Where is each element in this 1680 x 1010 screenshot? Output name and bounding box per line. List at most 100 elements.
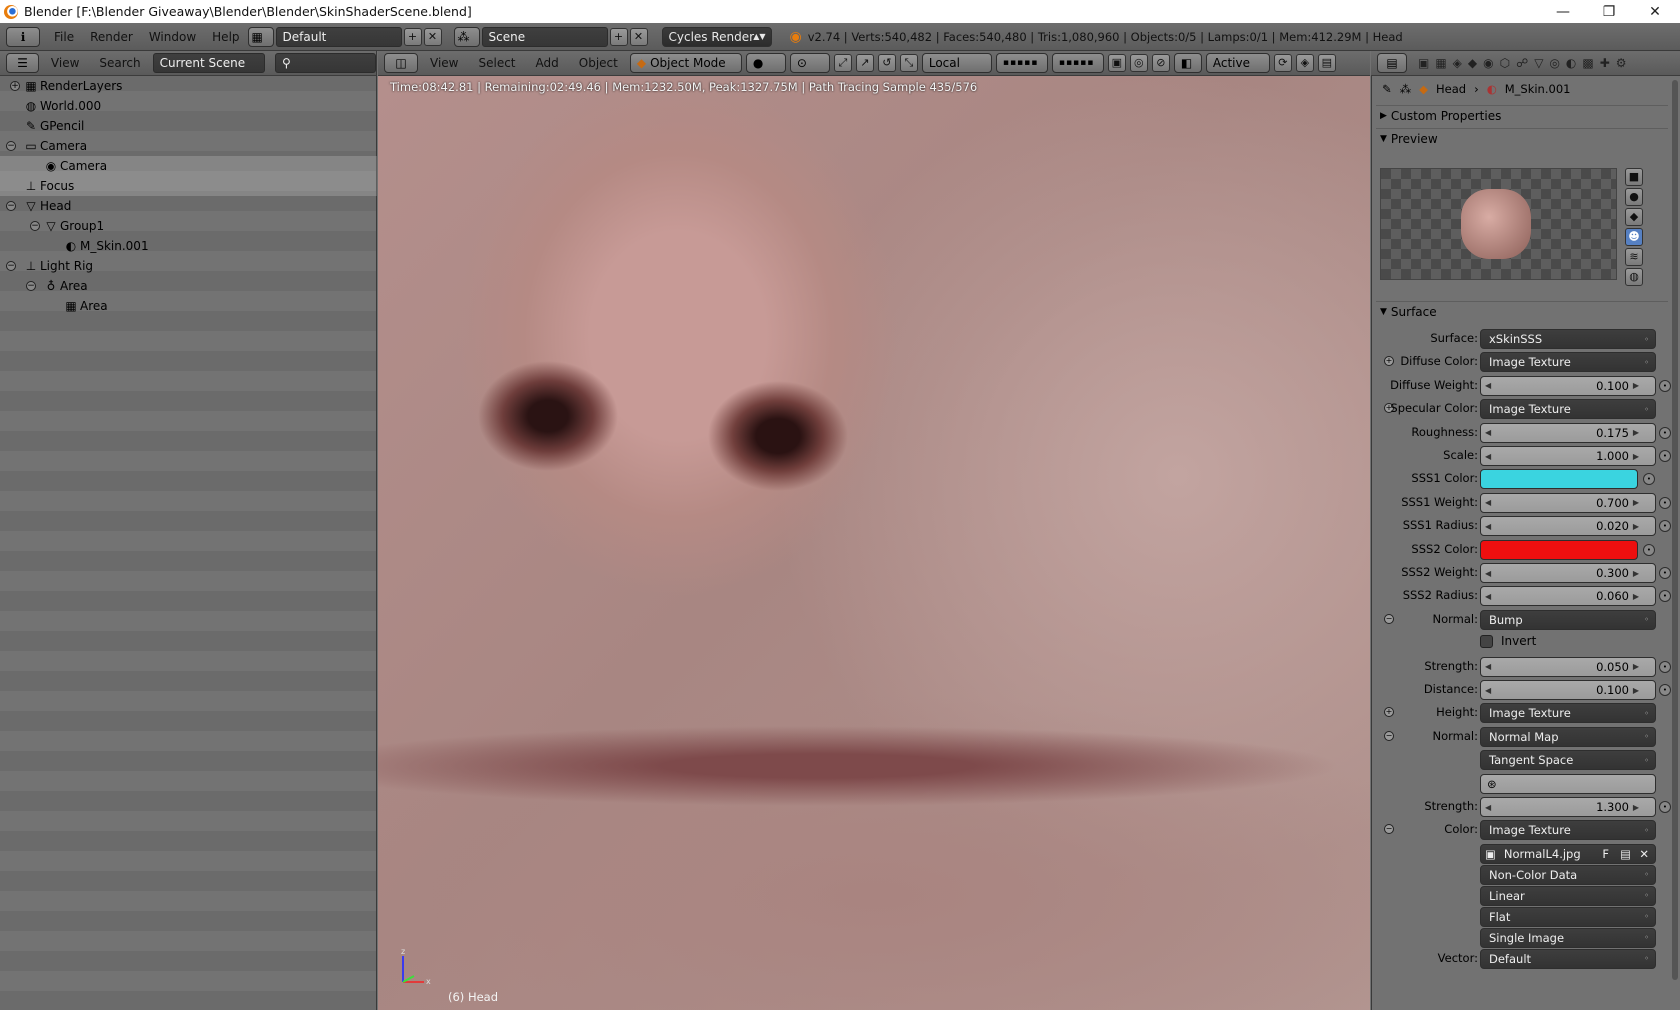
- render-engine-dropdown[interactable]: Cycles Render ▲▼: [661, 26, 772, 47]
- expand-toggle-icon[interactable]: −: [26, 281, 36, 291]
- property-dropdown[interactable]: Single Image ◦: [1480, 927, 1656, 948]
- transform-orientation-dropdown[interactable]: Local: [921, 53, 992, 73]
- link-socket-icon[interactable]: •: [1643, 473, 1655, 486]
- property-number-field[interactable]: ◀ 0.050 ▶ •: [1480, 656, 1671, 677]
- preview-cube-icon[interactable]: ◆: [1625, 208, 1643, 226]
- preview-monkey-icon[interactable]: ☻: [1625, 228, 1643, 246]
- preview-hair-icon[interactable]: ≋: [1625, 248, 1643, 266]
- viewport-shading-dropdown[interactable]: ●: [745, 53, 786, 73]
- link-socket-icon[interactable]: •: [1643, 543, 1655, 556]
- editor-type-info-button[interactable]: ℹ: [6, 26, 40, 47]
- increment-arrow-icon[interactable]: ▶: [1633, 498, 1639, 507]
- remove-layout-icon[interactable]: ✕: [423, 27, 442, 46]
- property-dropdown[interactable]: Non-Color Data ◦: [1480, 864, 1656, 885]
- property-dropdown[interactable]: Image Texture ◦: [1480, 352, 1656, 373]
- outliner-row[interactable]: ◐ M_Skin.001: [0, 236, 377, 256]
- fake-user-icon[interactable]: F: [1602, 847, 1609, 861]
- menu-search[interactable]: Search: [91, 56, 148, 70]
- node-socket-icon[interactable]: +: [1384, 707, 1394, 718]
- menu-file[interactable]: File: [46, 30, 82, 44]
- maximize-button[interactable]: ❐: [1586, 0, 1632, 23]
- decrement-arrow-icon[interactable]: ◀: [1485, 452, 1491, 461]
- editor-type-outliner-button[interactable]: ☰: [6, 53, 39, 73]
- menu-object[interactable]: Object: [571, 56, 626, 70]
- node-socket-icon[interactable]: +: [1384, 356, 1394, 367]
- add-scene-icon[interactable]: +: [609, 27, 628, 46]
- editor-type-properties-button[interactable]: ▤: [1377, 53, 1407, 73]
- expand-toggle-icon[interactable]: −: [6, 201, 16, 211]
- snap-element-dropdown[interactable]: ◧: [1173, 53, 1202, 73]
- invert-checkbox[interactable]: Invert: [1480, 634, 1536, 648]
- outliner-row[interactable]: − ▭ Camera: [0, 136, 377, 156]
- expand-toggle-icon[interactable]: −: [6, 141, 16, 151]
- link-socket-icon[interactable]: •: [1659, 520, 1671, 533]
- increment-arrow-icon[interactable]: ▶: [1633, 452, 1639, 461]
- display-mode-dropdown[interactable]: Current Scene: [152, 53, 265, 73]
- menu-window[interactable]: Window: [141, 30, 204, 44]
- open-folder-icon[interactable]: ▤: [1620, 847, 1631, 861]
- decrement-arrow-icon[interactable]: ◀: [1485, 428, 1491, 437]
- close-icon[interactable]: ✕: [1639, 847, 1649, 861]
- property-dropdown[interactable]: Bump ◦: [1480, 609, 1656, 630]
- decrement-arrow-icon[interactable]: ◀: [1485, 569, 1491, 578]
- uv-map-field[interactable]: ⊛: [1480, 773, 1656, 794]
- color-swatch[interactable]: •: [1480, 469, 1655, 490]
- preview-panel[interactable]: ▼ Preview: [1376, 128, 1668, 148]
- surface-panel[interactable]: ▼ Surface: [1376, 301, 1668, 321]
- link-socket-icon[interactable]: •: [1659, 379, 1671, 392]
- custom-properties-panel[interactable]: ▶ Custom Properties: [1376, 105, 1668, 125]
- layers-grid-1[interactable]: ▪▪▪▪▪: [995, 53, 1048, 73]
- increment-arrow-icon[interactable]: ▶: [1633, 592, 1639, 601]
- outliner-row[interactable]: − ▽ Group1: [0, 216, 377, 236]
- proportional-edit-icon[interactable]: ◎: [1129, 54, 1148, 72]
- translate-manipulator-icon[interactable]: ↗: [855, 54, 874, 72]
- property-dropdown[interactable]: Image Texture ◦: [1480, 703, 1656, 724]
- property-dropdown[interactable]: Image Texture ◦: [1480, 399, 1656, 420]
- link-socket-icon[interactable]: •: [1659, 450, 1671, 462]
- outliner-row[interactable]: − ♁ Area: [0, 276, 377, 296]
- outliner-row[interactable]: − ⊥ Light Rig: [0, 256, 377, 276]
- snap-icon[interactable]: ⊘: [1151, 54, 1170, 72]
- menu-view[interactable]: View: [43, 56, 87, 70]
- add-layout-icon[interactable]: +: [403, 27, 422, 46]
- link-socket-icon[interactable]: •: [1659, 567, 1671, 579]
- outliner-row[interactable]: ◍ World.000: [0, 96, 377, 116]
- decrement-arrow-icon[interactable]: ◀: [1485, 381, 1491, 390]
- image-browse-icon[interactable]: ▣: [1485, 847, 1496, 861]
- outliner-search-input[interactable]: ⚲: [275, 53, 377, 73]
- interaction-mode-dropdown[interactable]: ◆ Object Mode: [629, 53, 742, 73]
- property-number-field[interactable]: ◀ 0.300 ▶ •: [1480, 563, 1671, 583]
- opengl-render-icon[interactable]: ◈: [1295, 54, 1314, 72]
- properties-tabs[interactable]: ▣▦◈◆◉⬡☍▽◎◐▩✚⚙: [1418, 56, 1633, 70]
- property-dropdown[interactable]: Normal Map ◦: [1480, 726, 1656, 747]
- node-socket-icon[interactable]: −: [1384, 730, 1394, 741]
- menu-view[interactable]: View: [422, 56, 466, 70]
- decrement-arrow-icon[interactable]: ◀: [1485, 662, 1491, 671]
- expand-toggle-icon[interactable]: +: [10, 81, 20, 91]
- minimize-button[interactable]: —: [1540, 0, 1586, 23]
- property-number-field[interactable]: ◀ 0.175 ▶ •: [1480, 422, 1671, 443]
- preview-sphere-icon[interactable]: ●: [1625, 188, 1643, 206]
- close-button[interactable]: ✕: [1632, 0, 1678, 23]
- increment-arrow-icon[interactable]: ▶: [1633, 686, 1639, 695]
- increment-arrow-icon[interactable]: ▶: [1633, 803, 1639, 812]
- property-dropdown[interactable]: Linear ◦: [1480, 885, 1656, 906]
- preview-world-icon[interactable]: ◍: [1625, 268, 1643, 286]
- expand-toggle-icon[interactable]: −: [30, 221, 40, 231]
- increment-arrow-icon[interactable]: ▶: [1633, 662, 1639, 671]
- property-dropdown[interactable]: Default ◦: [1480, 948, 1656, 969]
- property-number-field[interactable]: ◀ 0.100 ▶ •: [1480, 375, 1671, 396]
- menu-add[interactable]: Add: [528, 56, 567, 70]
- scene-icon-button[interactable]: ⁂: [453, 26, 480, 47]
- manipulator-toggle-icon[interactable]: ⤢: [833, 54, 852, 72]
- link-socket-icon[interactable]: •: [1659, 660, 1671, 673]
- property-number-field[interactable]: ◀ 0.060 ▶ •: [1480, 586, 1671, 607]
- property-dropdown[interactable]: Image Texture ◦: [1480, 820, 1656, 841]
- property-number-field[interactable]: ◀ 1.000 ▶ •: [1480, 446, 1671, 466]
- outliner-row[interactable]: + ▦ RenderLayers: [0, 76, 377, 96]
- image-selector[interactable]: ▣ NormalL4.jpg F ▤ ✕: [1480, 843, 1656, 864]
- snap-target-dropdown[interactable]: Active: [1205, 53, 1270, 73]
- decrement-arrow-icon[interactable]: ◀: [1485, 522, 1491, 531]
- outliner-row[interactable]: ◉ Camera: [0, 156, 377, 176]
- screen-layout-field[interactable]: Default: [275, 26, 402, 47]
